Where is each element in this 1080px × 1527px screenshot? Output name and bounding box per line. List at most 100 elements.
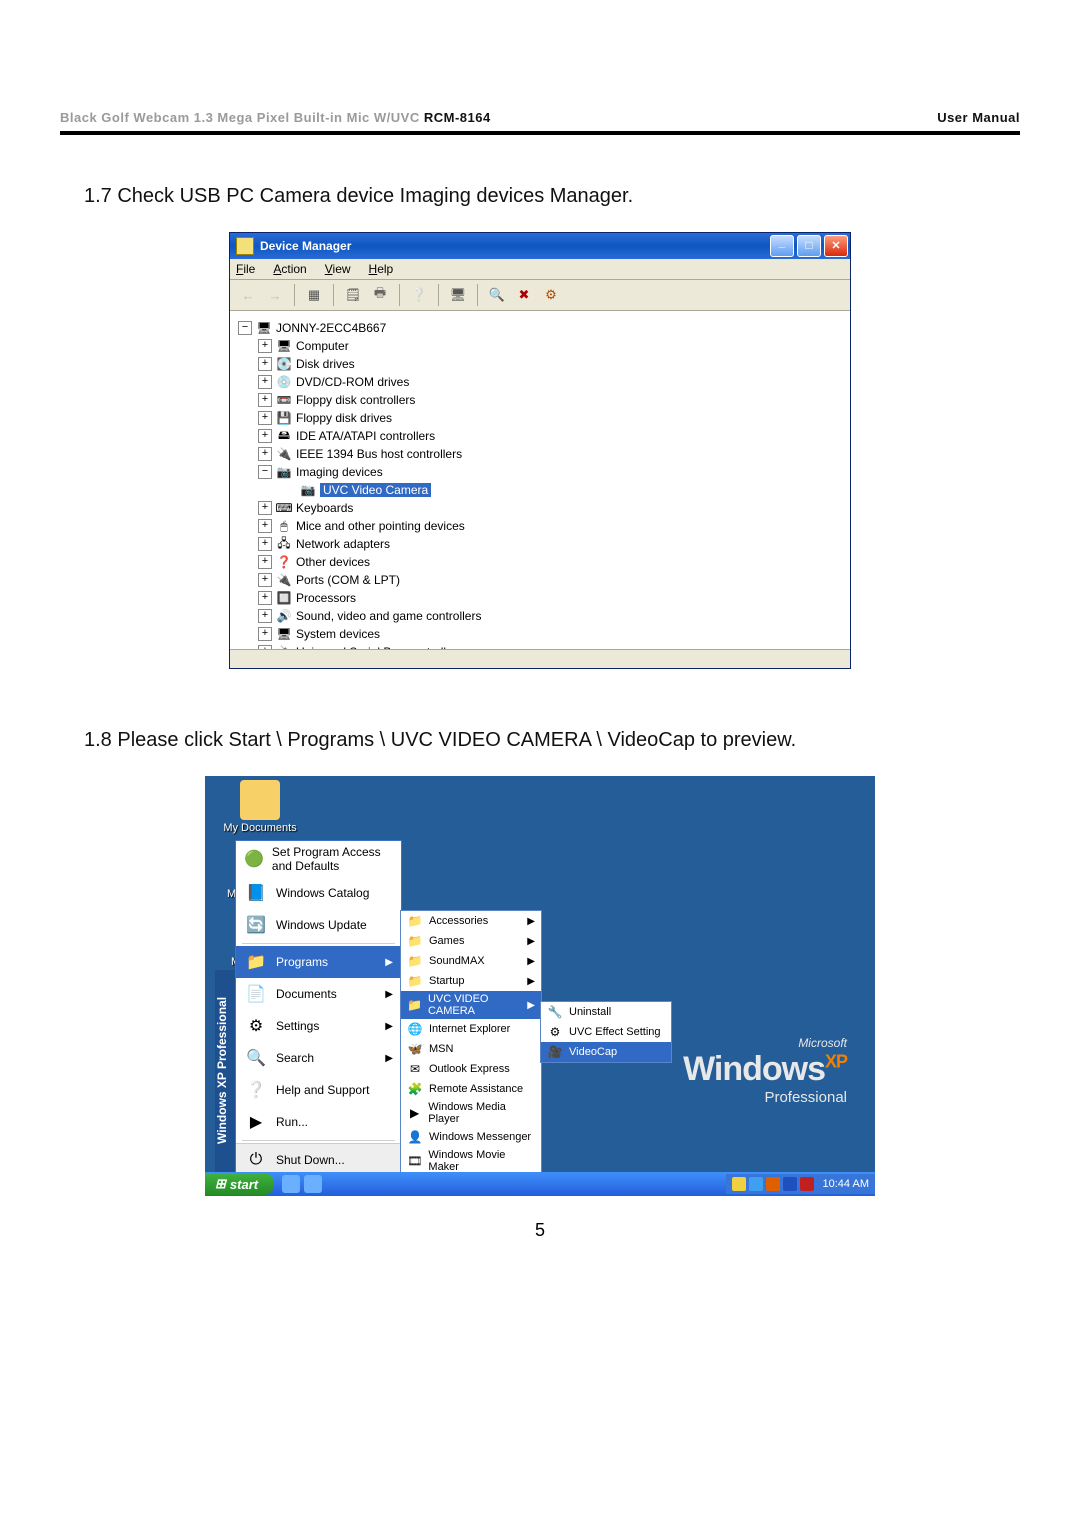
menu-item-icon: 🔧 — [547, 1004, 563, 1020]
menu-view[interactable]: View — [325, 262, 351, 276]
scan-hardware-button[interactable] — [485, 283, 509, 307]
start-menu-item[interactable]: 🔍Search▶ — [236, 1042, 401, 1074]
menu-help[interactable]: Help — [369, 262, 394, 276]
submenu-item[interactable]: 📁UVC VIDEO CAMERA▶ — [401, 991, 541, 1019]
camera-icon: 📷 — [300, 482, 316, 498]
uninstall-button[interactable] — [512, 283, 536, 307]
uvc-submenu[interactable]: 🔧Uninstall⚙UVC Effect Setting🎥VideoCap — [540, 1001, 672, 1063]
spacer-icon — [284, 484, 296, 496]
submenu-item[interactable]: 📁Games▶ — [401, 931, 541, 951]
submenu-item[interactable]: ⚙UVC Effect Setting — [541, 1022, 671, 1042]
start-menu-item[interactable]: 📁Programs▶ — [236, 946, 401, 978]
tree-item[interactable]: 🖥System devices — [258, 625, 846, 643]
menu-file[interactable]: File — [236, 262, 255, 276]
start-menu[interactable]: 🟢Set Program Access and Defaults📘Windows… — [235, 840, 402, 1176]
programs-submenu[interactable]: 📁Accessories▶📁Games▶📁SoundMAX▶📁Startup▶📁… — [400, 910, 542, 1176]
submenu-item[interactable]: ▶Windows Media Player — [401, 1099, 541, 1127]
show-hidden-button[interactable] — [446, 283, 470, 307]
start-menu-item[interactable]: 🟢Set Program Access and Defaults — [236, 841, 401, 877]
menu-item-label: UVC Effect Setting — [569, 1026, 661, 1038]
tree-root[interactable]: 🖥 JONNY-2ECC4B667 — [238, 319, 846, 337]
quicklaunch-icon[interactable] — [282, 1175, 300, 1193]
expand-icon[interactable] — [258, 519, 272, 533]
back-button[interactable] — [236, 283, 260, 307]
device-icon: 🖥 — [276, 338, 292, 354]
expand-icon[interactable] — [258, 627, 272, 641]
expand-icon[interactable] — [258, 609, 272, 623]
computer-icon: 🖥 — [256, 320, 272, 336]
tree-item[interactable]: 🖱Mice and other pointing devices — [258, 517, 846, 535]
expand-icon[interactable] — [258, 573, 272, 587]
expand-icon[interactable] — [258, 447, 272, 461]
tree-item[interactable]: 💽Disk drives — [258, 355, 846, 373]
tree-item[interactable]: 💿DVD/CD-ROM drives — [258, 373, 846, 391]
submenu-item[interactable]: 🎞Windows Movie Maker — [401, 1147, 541, 1175]
expand-icon[interactable] — [258, 555, 272, 569]
camera-icon: 📷 — [276, 464, 292, 480]
close-button[interactable] — [824, 235, 848, 257]
submenu-item[interactable]: 📁Startup▶ — [401, 971, 541, 991]
separator-icon — [242, 943, 395, 944]
quicklaunch-icon[interactable] — [304, 1175, 322, 1193]
submenu-item[interactable]: 🔧Uninstall — [541, 1002, 671, 1022]
collapse-icon[interactable] — [238, 321, 252, 335]
tree-item-label: Mice and other pointing devices — [296, 519, 465, 533]
tree-item[interactable]: ❓Other devices — [258, 553, 846, 571]
help-button[interactable] — [407, 283, 431, 307]
clock: 10:44 AM — [823, 1178, 869, 1190]
menu-action[interactable]: Action — [273, 262, 306, 276]
expand-icon[interactable] — [258, 429, 272, 443]
tray-icon[interactable] — [749, 1177, 763, 1191]
tree-uvc-camera[interactable]: 📷 UVC Video Camera — [284, 481, 846, 499]
tree-item[interactable]: 💾Floppy disk drives — [258, 409, 846, 427]
tree-item[interactable]: 🔌IEEE 1394 Bus host controllers — [258, 445, 846, 463]
expand-icon[interactable] — [258, 339, 272, 353]
tray-icon[interactable] — [783, 1177, 797, 1191]
expand-icon[interactable] — [258, 357, 272, 371]
start-menu-item[interactable]: ❔Help and Support — [236, 1074, 401, 1106]
expand-icon[interactable] — [258, 645, 272, 649]
tray-icon[interactable] — [800, 1177, 814, 1191]
list-view-button[interactable] — [302, 283, 326, 307]
tree-imaging[interactable]: 📷 Imaging devices — [258, 463, 846, 481]
expand-icon[interactable] — [258, 501, 272, 515]
desktop-icon-my-documents[interactable]: My Documents — [215, 780, 305, 834]
start-menu-item[interactable]: 🔄Windows Update — [236, 909, 401, 941]
expand-icon[interactable] — [258, 591, 272, 605]
brand-xp: XP — [825, 1052, 847, 1072]
tray-icon[interactable] — [732, 1177, 746, 1191]
expand-icon[interactable] — [258, 537, 272, 551]
expand-icon[interactable] — [258, 375, 272, 389]
update-driver-button[interactable] — [539, 283, 563, 307]
submenu-item[interactable]: 🎥VideoCap — [541, 1042, 671, 1062]
tree-item[interactable]: 🖴IDE ATA/ATAPI controllers — [258, 427, 846, 445]
submenu-item[interactable]: 📁Accessories▶ — [401, 911, 541, 931]
tree-item[interactable]: 🔌Ports (COM & LPT) — [258, 571, 846, 589]
print-button[interactable] — [368, 283, 392, 307]
collapse-icon[interactable] — [258, 465, 272, 479]
submenu-item[interactable]: ✉Outlook Express — [401, 1059, 541, 1079]
expand-icon[interactable] — [258, 411, 272, 425]
submenu-item[interactable]: 👤Windows Messenger — [401, 1127, 541, 1147]
expand-icon[interactable] — [258, 393, 272, 407]
tree-item[interactable]: 🖥Computer — [258, 337, 846, 355]
tree-item[interactable]: 🖧Network adapters — [258, 535, 846, 553]
start-button[interactable]: ⊞ start — [205, 1173, 274, 1195]
tree-item[interactable]: ⌨Keyboards — [258, 499, 846, 517]
tree-item[interactable]: 🔊Sound, video and game controllers — [258, 607, 846, 625]
forward-button[interactable] — [263, 283, 287, 307]
start-menu-item[interactable]: 📄Documents▶ — [236, 978, 401, 1010]
maximize-button[interactable] — [797, 235, 821, 257]
tray-icon[interactable] — [766, 1177, 780, 1191]
submenu-item[interactable]: 🦋MSN — [401, 1039, 541, 1059]
start-menu-item[interactable]: ▶Run... — [236, 1106, 401, 1138]
submenu-item[interactable]: 🧩Remote Assistance — [401, 1079, 541, 1099]
tree-item[interactable]: 🔲Processors — [258, 589, 846, 607]
start-menu-item[interactable]: 📘Windows Catalog — [236, 877, 401, 909]
minimize-button[interactable] — [770, 235, 794, 257]
submenu-item[interactable]: 🌐Internet Explorer — [401, 1019, 541, 1039]
tree-item[interactable]: 📼Floppy disk controllers — [258, 391, 846, 409]
submenu-item[interactable]: 📁SoundMAX▶ — [401, 951, 541, 971]
properties-button[interactable] — [341, 283, 365, 307]
start-menu-item[interactable]: ⚙Settings▶ — [236, 1010, 401, 1042]
